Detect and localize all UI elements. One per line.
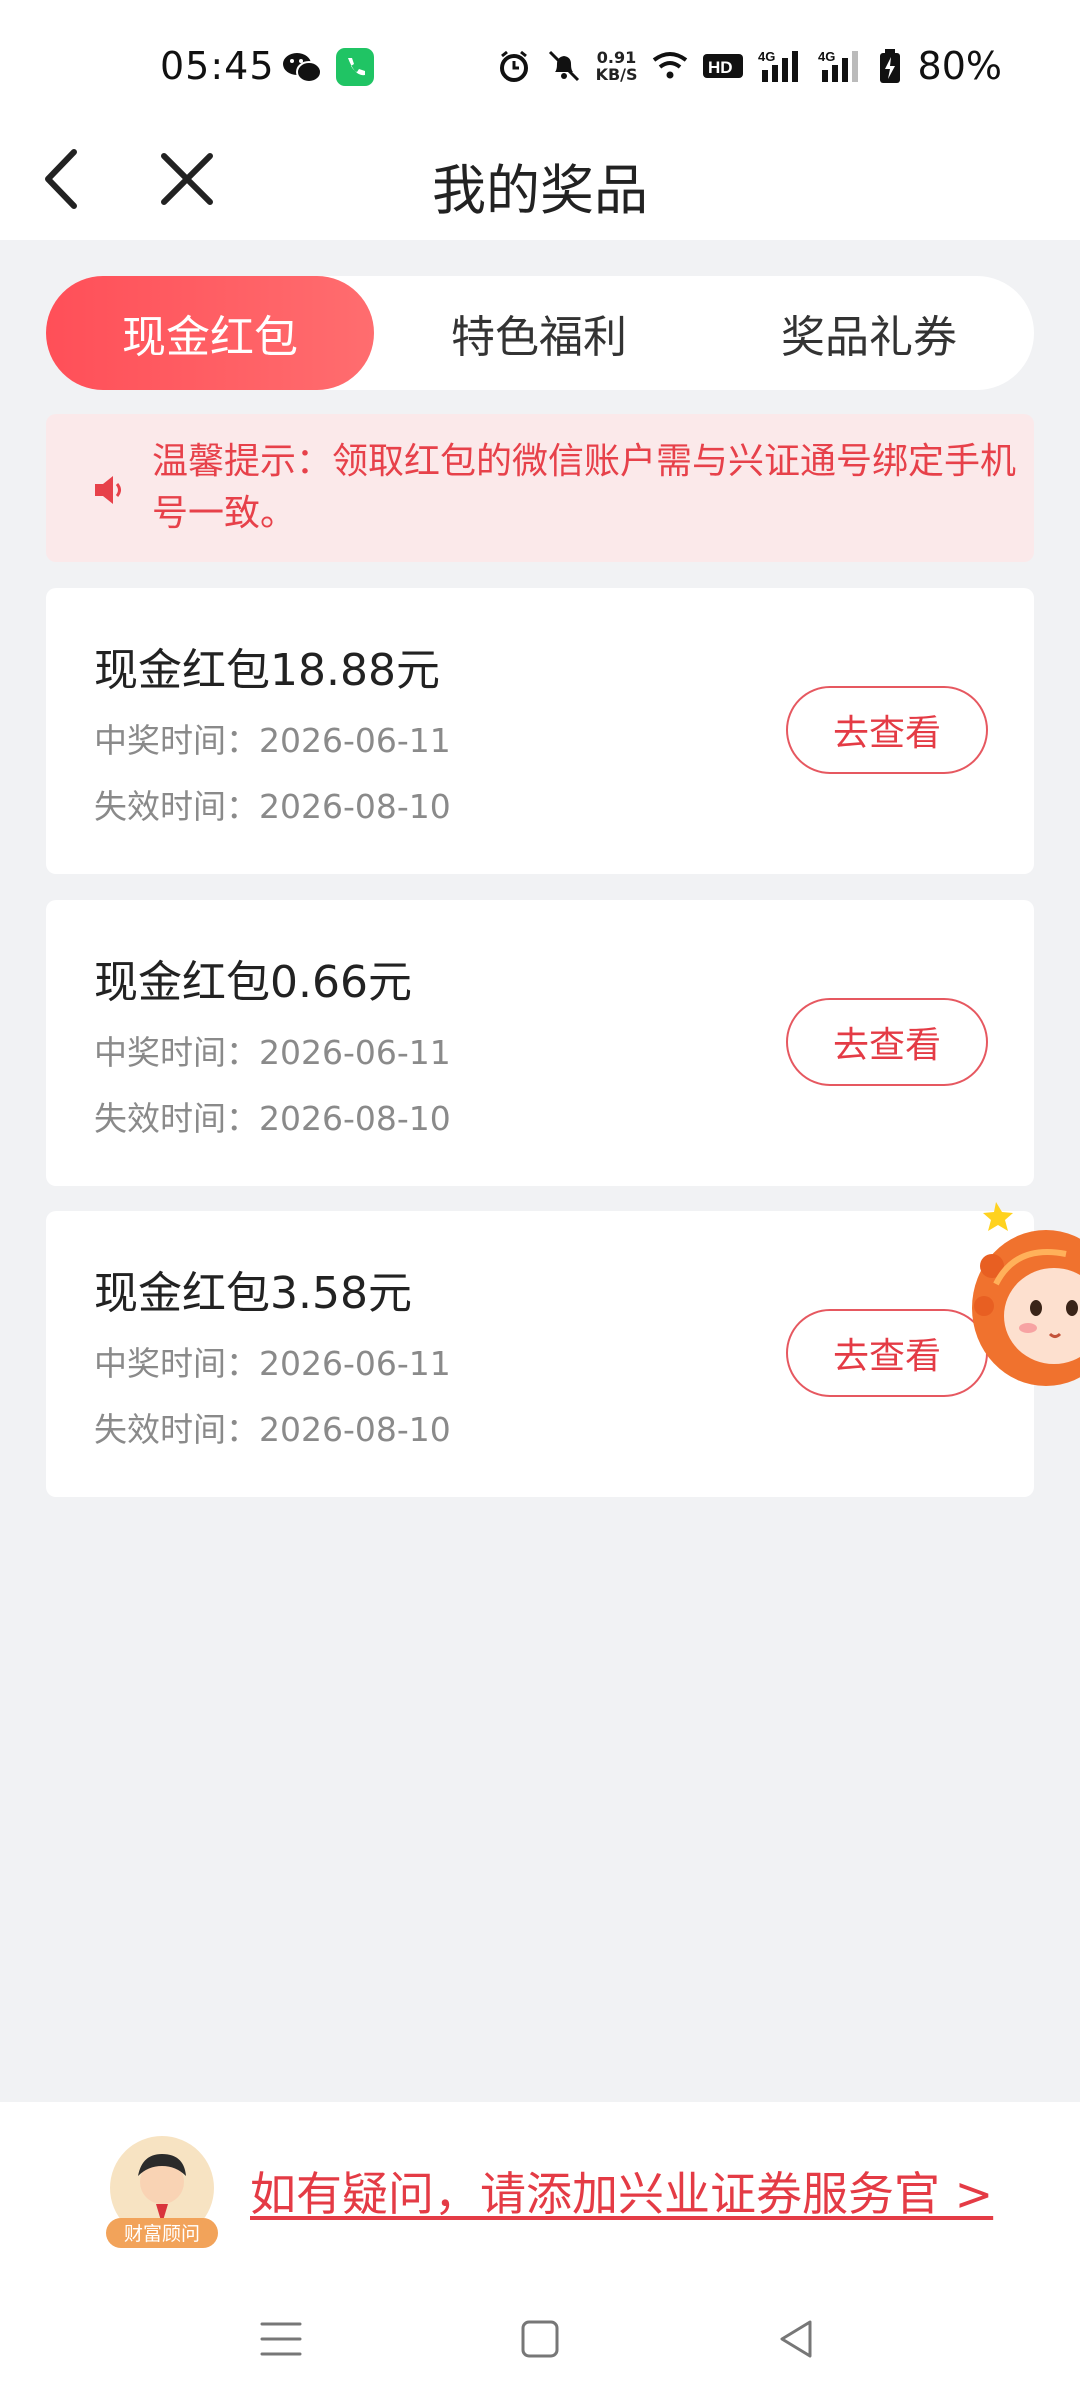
home-icon[interactable]: [513, 2312, 567, 2366]
prize-expire-time: 失效时间：2026-08-10: [94, 1410, 451, 1449]
advisor-bar: 财富顾问 如有疑问，请添加兴业证券服务官 >: [0, 2102, 1080, 2278]
view-button[interactable]: 去查看: [786, 998, 988, 1086]
notice-text: 温馨提示：领取红包的微信账户需与兴证通号绑定手机号一致。: [152, 441, 1017, 534]
prize-win-time: 中奖时间：2026-06-11: [94, 721, 451, 760]
prize-card: 现金红包3.58元 中奖时间：2026-06-11 失效时间：2026-08-1…: [46, 1211, 1034, 1497]
view-button[interactable]: 去查看: [786, 1309, 988, 1397]
page-title: 我的奖品: [432, 159, 648, 222]
svg-text:4G: 4G: [758, 49, 775, 64]
tab-cash-redpacket[interactable]: 现金红包: [46, 276, 374, 390]
prize-tabs: 现金红包 特色福利 奖品礼券: [46, 276, 1034, 390]
prize-expire-time: 失效时间：2026-08-10: [94, 1099, 451, 1138]
prize-win-time: 中奖时间：2026-06-11: [94, 1033, 451, 1072]
network-speed: 0.91 KB/S: [595, 48, 638, 84]
tab-prize-coupons[interactable]: 奖品礼券: [704, 276, 1034, 390]
advisor-badge-text: 财富顾问: [124, 2223, 200, 2245]
system-nav-bar: [0, 2278, 1080, 2400]
prize-win-time: 中奖时间：2026-06-11: [94, 1344, 451, 1383]
speaker-icon: [95, 476, 121, 504]
prize-expire-time: 失效时间：2026-08-10: [94, 787, 451, 826]
svg-text:4G: 4G: [818, 49, 835, 64]
phone-app-icon: [336, 48, 374, 86]
signal-4g-icon: 4G: [758, 49, 798, 82]
header: 我的奖品: [0, 120, 1080, 240]
wechat-icon: [283, 53, 322, 83]
prize-title: 现金红包18.88元: [94, 645, 440, 696]
hd-icon: HD: [702, 54, 743, 78]
wifi-icon: [652, 52, 687, 79]
svg-text:HD: HD: [708, 58, 733, 77]
battery-percent: 80%: [917, 44, 1002, 88]
floating-mascot[interactable]: [972, 1196, 1080, 1392]
prize-card: 现金红包18.88元 中奖时间：2026-06-11 失效时间：2026-08-…: [46, 588, 1034, 874]
prize-title: 现金红包3.58元: [94, 1268, 412, 1319]
status-bar: 05:45 0.91 KB/S HD 4G 4G 80%: [0, 0, 1080, 120]
view-button[interactable]: 去查看: [786, 686, 988, 774]
prize-card: 现金红包0.66元 中奖时间：2026-06-11 失效时间：2026-08-1…: [46, 900, 1034, 1186]
nav-back-icon[interactable]: [770, 2312, 824, 2366]
prize-title: 现金红包0.66元: [94, 957, 412, 1008]
advisor-contact-link[interactable]: 如有疑问，请添加兴业证券服务官 >: [250, 2158, 993, 2224]
tab-special-benefits[interactable]: 特色福利: [374, 276, 704, 390]
menu-icon[interactable]: [254, 2312, 308, 2366]
status-time: 05:45: [160, 44, 275, 88]
battery-icon: [879, 49, 900, 83]
mute-icon: [548, 50, 579, 82]
alarm-icon: [499, 50, 528, 82]
status-icons: 0.91 KB/S HD 4G 4G 80%: [496, 44, 1002, 88]
advisor-avatar[interactable]: 财富顾问: [102, 2134, 222, 2252]
signal-4g-icon-2: 4G: [818, 49, 858, 82]
notice-banner: 温馨提示：领取红包的微信账户需与兴证通号绑定手机号一致。: [46, 414, 1034, 562]
